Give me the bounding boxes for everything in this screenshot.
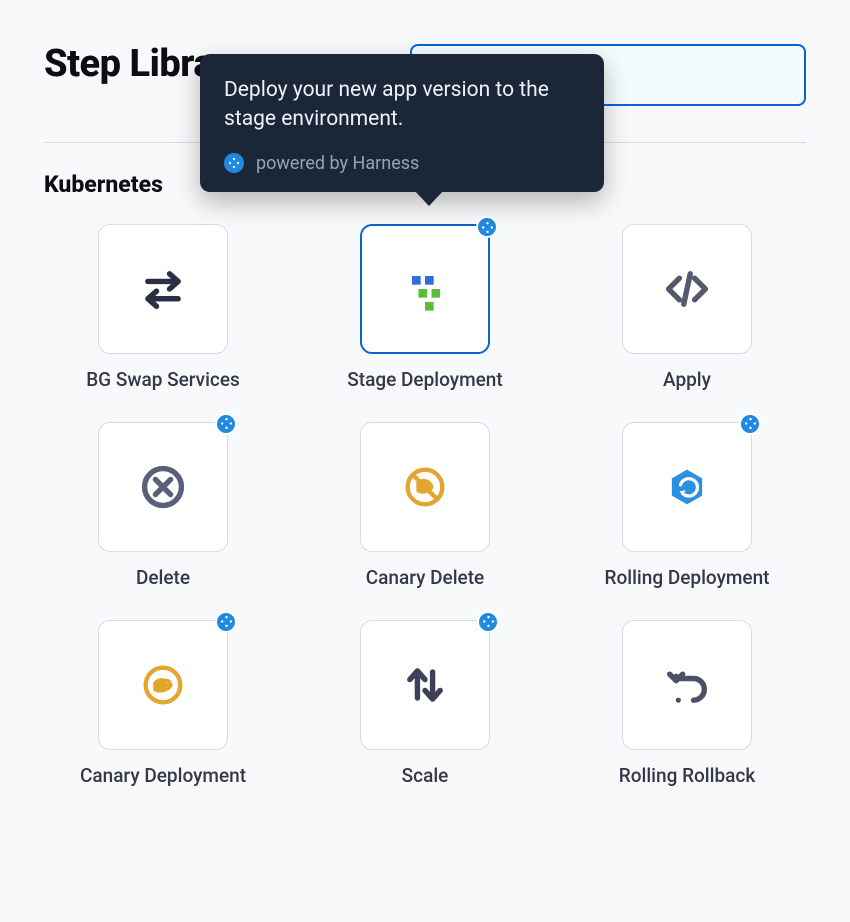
- step-item-canary-deployment: Canary Deployment: [44, 620, 282, 788]
- canary-icon: [135, 657, 191, 713]
- grid-icon: [397, 261, 453, 317]
- swap-icon: [135, 261, 191, 317]
- canary-delete-icon: [397, 459, 453, 515]
- scale-icon: [397, 657, 453, 713]
- step-card[interactable]: [622, 422, 752, 552]
- step-card[interactable]: [360, 620, 490, 750]
- code-icon: [659, 261, 715, 317]
- step-item-canary-delete: Canary Delete: [306, 422, 544, 590]
- circle-x-icon: [135, 459, 191, 515]
- step-card[interactable]: [622, 224, 752, 354]
- harness-badge-icon: [215, 413, 237, 435]
- step-item-apply: Apply: [568, 224, 806, 392]
- step-item-rolling-deployment: Rolling Deployment: [568, 422, 806, 590]
- step-label: Rolling Deployment: [604, 566, 769, 590]
- harness-badge-icon: [476, 216, 498, 238]
- tooltip-text: Deploy your new app version to the stage…: [224, 76, 580, 135]
- step-label: BG Swap Services: [86, 368, 240, 392]
- tooltip-powered-by: powered by Harness: [256, 153, 419, 174]
- step-item-stage-deployment: Stage Deployment: [306, 224, 544, 392]
- step-label: Delete: [136, 566, 190, 590]
- step-card[interactable]: [360, 422, 490, 552]
- step-card[interactable]: [98, 422, 228, 552]
- step-item-bg-swap-services: BG Swap Services: [44, 224, 282, 392]
- step-grid: BG Swap Services Stage Deploym: [44, 224, 806, 787]
- step-label: Canary Deployment: [80, 764, 246, 788]
- step-card[interactable]: [98, 620, 228, 750]
- step-card[interactable]: [622, 620, 752, 750]
- rolling-icon: [659, 459, 715, 515]
- harness-badge-icon: [477, 611, 499, 633]
- step-item-delete: Delete: [44, 422, 282, 590]
- step-label: Scale: [402, 764, 449, 788]
- stage-deployment-tooltip: Deploy your new app version to the stage…: [200, 54, 604, 192]
- step-library-page: Step Library Kubernetes BG Swap Services: [0, 0, 850, 787]
- step-label: Canary Delete: [366, 566, 484, 590]
- step-label: Stage Deployment: [347, 368, 502, 392]
- step-label: Apply: [663, 368, 711, 392]
- harness-badge-icon: [739, 413, 761, 435]
- tooltip-footer: powered by Harness: [224, 153, 580, 174]
- step-item-scale: Scale: [306, 620, 544, 788]
- harness-badge-icon: [224, 153, 244, 173]
- step-card[interactable]: [98, 224, 228, 354]
- rollback-icon: [659, 657, 715, 713]
- step-item-rolling-rollback: Rolling Rollback: [568, 620, 806, 788]
- step-card[interactable]: [360, 224, 490, 354]
- tooltip-arrow-icon: [414, 190, 444, 206]
- step-label: Rolling Rollback: [619, 764, 756, 788]
- harness-badge-icon: [215, 611, 237, 633]
